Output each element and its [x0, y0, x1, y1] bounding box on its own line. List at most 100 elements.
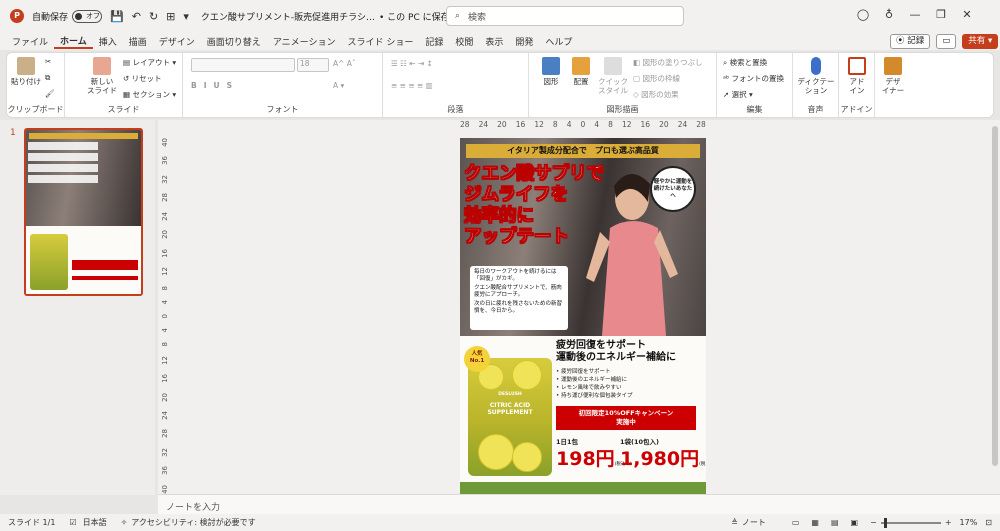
- lightbulb-icon[interactable]: ♁: [876, 8, 902, 21]
- sorter-view-icon[interactable]: ▦: [811, 518, 819, 527]
- reset-button[interactable]: ↺ リセット: [123, 73, 162, 84]
- vertical-scrollbar[interactable]: [990, 120, 1000, 494]
- zoom-out-icon[interactable]: −: [870, 518, 877, 527]
- select-button[interactable]: ➚ 選択 ▾: [723, 89, 753, 100]
- spellcheck-icon[interactable]: ☑: [69, 518, 76, 527]
- menu-help[interactable]: ヘルプ: [539, 35, 578, 48]
- shape-fill-label: 図形の塗りつぶし: [642, 58, 703, 67]
- shape-fill-button[interactable]: ◧ 図形の塗りつぶし: [633, 57, 703, 68]
- section-button[interactable]: ▦ セクション ▾: [123, 89, 176, 100]
- notes-input[interactable]: ノートを入力: [158, 494, 1000, 514]
- accessibility-status[interactable]: アクセシビリティ: 検討が必要です: [131, 517, 255, 528]
- menu-transitions[interactable]: 画面切り替え: [201, 35, 267, 48]
- autosave-toggle[interactable]: オフ: [72, 9, 103, 23]
- shape-outline-button[interactable]: ▢ 図形の枠線: [633, 73, 680, 84]
- normal-view-icon[interactable]: ▭: [792, 518, 800, 527]
- restore-icon[interactable]: ❐: [928, 8, 954, 21]
- format-painter-icon[interactable]: 🖌: [45, 89, 55, 98]
- font-name-combo[interactable]: [191, 58, 295, 72]
- headline-line: ジムライフを: [464, 185, 569, 206]
- comment-icon: ▭: [942, 36, 951, 46]
- ruler-tick: 24: [478, 120, 489, 129]
- dictate-button[interactable]: ディクテー ション: [797, 57, 835, 95]
- group-paragraph: ☰ ☷ ⇤ ⇥ ↕ ≡ ≡ ≡ ≡ ▥ 段落: [383, 53, 529, 117]
- ruler-tick: 32: [161, 174, 169, 184]
- font-color-icon[interactable]: A ▾: [333, 81, 344, 90]
- font-style-buttons[interactable]: BIUS: [191, 81, 239, 90]
- group-slides: 新しい スライド ▤ レイアウト ▾ ↺ リセット ▦ セクション ▾ スライド: [65, 53, 183, 117]
- shape-icon: [542, 57, 560, 75]
- menu-view[interactable]: 表示: [479, 35, 509, 48]
- comment-button[interactable]: ▭: [936, 34, 957, 49]
- clipboard-label: クリップボード: [7, 105, 64, 114]
- menu-right: ⦿ 記録 ▭ 共有 ▾: [890, 34, 999, 49]
- paste-button[interactable]: 貼り付け: [11, 57, 41, 86]
- find-button[interactable]: ⌕ 検索と置換: [723, 57, 767, 68]
- close-icon[interactable]: ✕: [954, 8, 980, 21]
- shape-button[interactable]: 図形: [537, 57, 565, 86]
- record-icon: ⦿: [896, 36, 908, 46]
- slide-count: スライド 1/1: [8, 518, 56, 527]
- ruler-tick: 16: [640, 120, 651, 129]
- select-label: 選択: [731, 90, 747, 99]
- list-icons[interactable]: ☰ ☷ ⇤ ⇥ ↕: [391, 59, 433, 68]
- save-icon[interactable]: 💾: [110, 10, 124, 23]
- product-title: 疲労回復をサポート 運動後のエネルギー補給に: [556, 340, 676, 363]
- search-input[interactable]: ⌕ 検索: [446, 6, 684, 26]
- menu-home[interactable]: ホーム: [54, 34, 93, 49]
- menu-review[interactable]: 校閲: [449, 35, 479, 48]
- slide[interactable]: イタリア製成分配合で プロも選ぶ高品質 クエン酸サプリで ジムライフを 効率的に…: [460, 138, 706, 494]
- arrange-button[interactable]: 配置: [567, 57, 595, 86]
- cut-icon[interactable]: ✂: [45, 57, 51, 66]
- zoom-slider[interactable]: [880, 517, 941, 528]
- quick-style-button[interactable]: クイック スタイル: [597, 57, 629, 95]
- record-button[interactable]: ⦿ 記録: [890, 34, 931, 49]
- align-icons[interactable]: ≡ ≡ ≡ ≡ ▥: [391, 81, 433, 90]
- zoom-thumb[interactable]: [883, 517, 887, 528]
- present-icon[interactable]: ⊞: [166, 10, 175, 23]
- menu-animations[interactable]: アニメーション: [267, 35, 342, 48]
- font-size-combo[interactable]: 18: [297, 58, 329, 72]
- fit-slide-icon[interactable]: ⊡: [985, 518, 992, 527]
- font-replace-button[interactable]: ᵃᵇ フォントの置換: [723, 73, 784, 84]
- slide-thumbnail[interactable]: [24, 128, 143, 296]
- menu-draw[interactable]: 描画: [123, 35, 153, 48]
- menu-slideshow[interactable]: スライド ショー: [341, 35, 419, 48]
- layout-button[interactable]: ▤ レイアウト ▾: [123, 57, 176, 68]
- zoom-in-icon[interactable]: +: [945, 518, 952, 527]
- feature-item: • 疲労回復をサポート: [556, 369, 611, 375]
- customize-icon[interactable]: ▾: [183, 10, 189, 23]
- ruler-tick: 28: [161, 429, 169, 439]
- account-icon[interactable]: ◯: [850, 8, 876, 21]
- thumbnail-headline: [28, 142, 98, 186]
- shape-effect-button[interactable]: ◇ 図形の効果: [633, 89, 679, 100]
- menu-design[interactable]: デザイン: [153, 35, 201, 48]
- scroll-thumb[interactable]: [992, 126, 998, 466]
- feature-text: 疲労回復をサポート: [561, 369, 611, 375]
- copy-icon[interactable]: ⧉: [45, 73, 50, 83]
- menu-insert[interactable]: 挿入: [93, 35, 123, 48]
- notes-toggle[interactable]: ノート: [742, 517, 766, 528]
- reading-view-icon[interactable]: ▤: [831, 518, 839, 527]
- ruler-tick: 20: [161, 392, 169, 402]
- new-slide-button[interactable]: 新しい スライド: [85, 57, 119, 95]
- document-title: クエン酸サプリメント-販売促進用チラシ…: [200, 12, 375, 23]
- designer-button[interactable]: デザ イナー: [879, 57, 907, 95]
- undo-icon[interactable]: ↶: [132, 10, 141, 23]
- addin-button[interactable]: アド イン: [843, 57, 871, 95]
- menu-file[interactable]: ファイル: [6, 35, 54, 48]
- minimize-icon[interactable]: —: [902, 8, 928, 21]
- ruler-tick: 8: [608, 120, 613, 129]
- menu-developer[interactable]: 開発: [509, 35, 539, 48]
- ruler-tick: 28: [696, 120, 706, 129]
- slideshow-view-icon[interactable]: ▣: [851, 518, 859, 527]
- group-clipboard: 貼り付け ✂ ⧉ 🖌 クリップボード: [7, 53, 65, 117]
- redo-icon[interactable]: ↻: [149, 10, 158, 23]
- zoom-level[interactable]: 17%: [960, 518, 978, 527]
- headline-line: アップテート: [464, 227, 570, 248]
- menu-record[interactable]: 記録: [419, 35, 449, 48]
- font-grow-icon[interactable]: A^ Aˇ: [333, 59, 356, 68]
- info-box: 毎日のワークアウトを続けるには「回復」がカギ。 クエン酸配合サプリメントで、筋肉…: [470, 266, 568, 330]
- share-button[interactable]: 共有 ▾: [962, 34, 999, 49]
- language-status[interactable]: 日本語: [83, 517, 107, 528]
